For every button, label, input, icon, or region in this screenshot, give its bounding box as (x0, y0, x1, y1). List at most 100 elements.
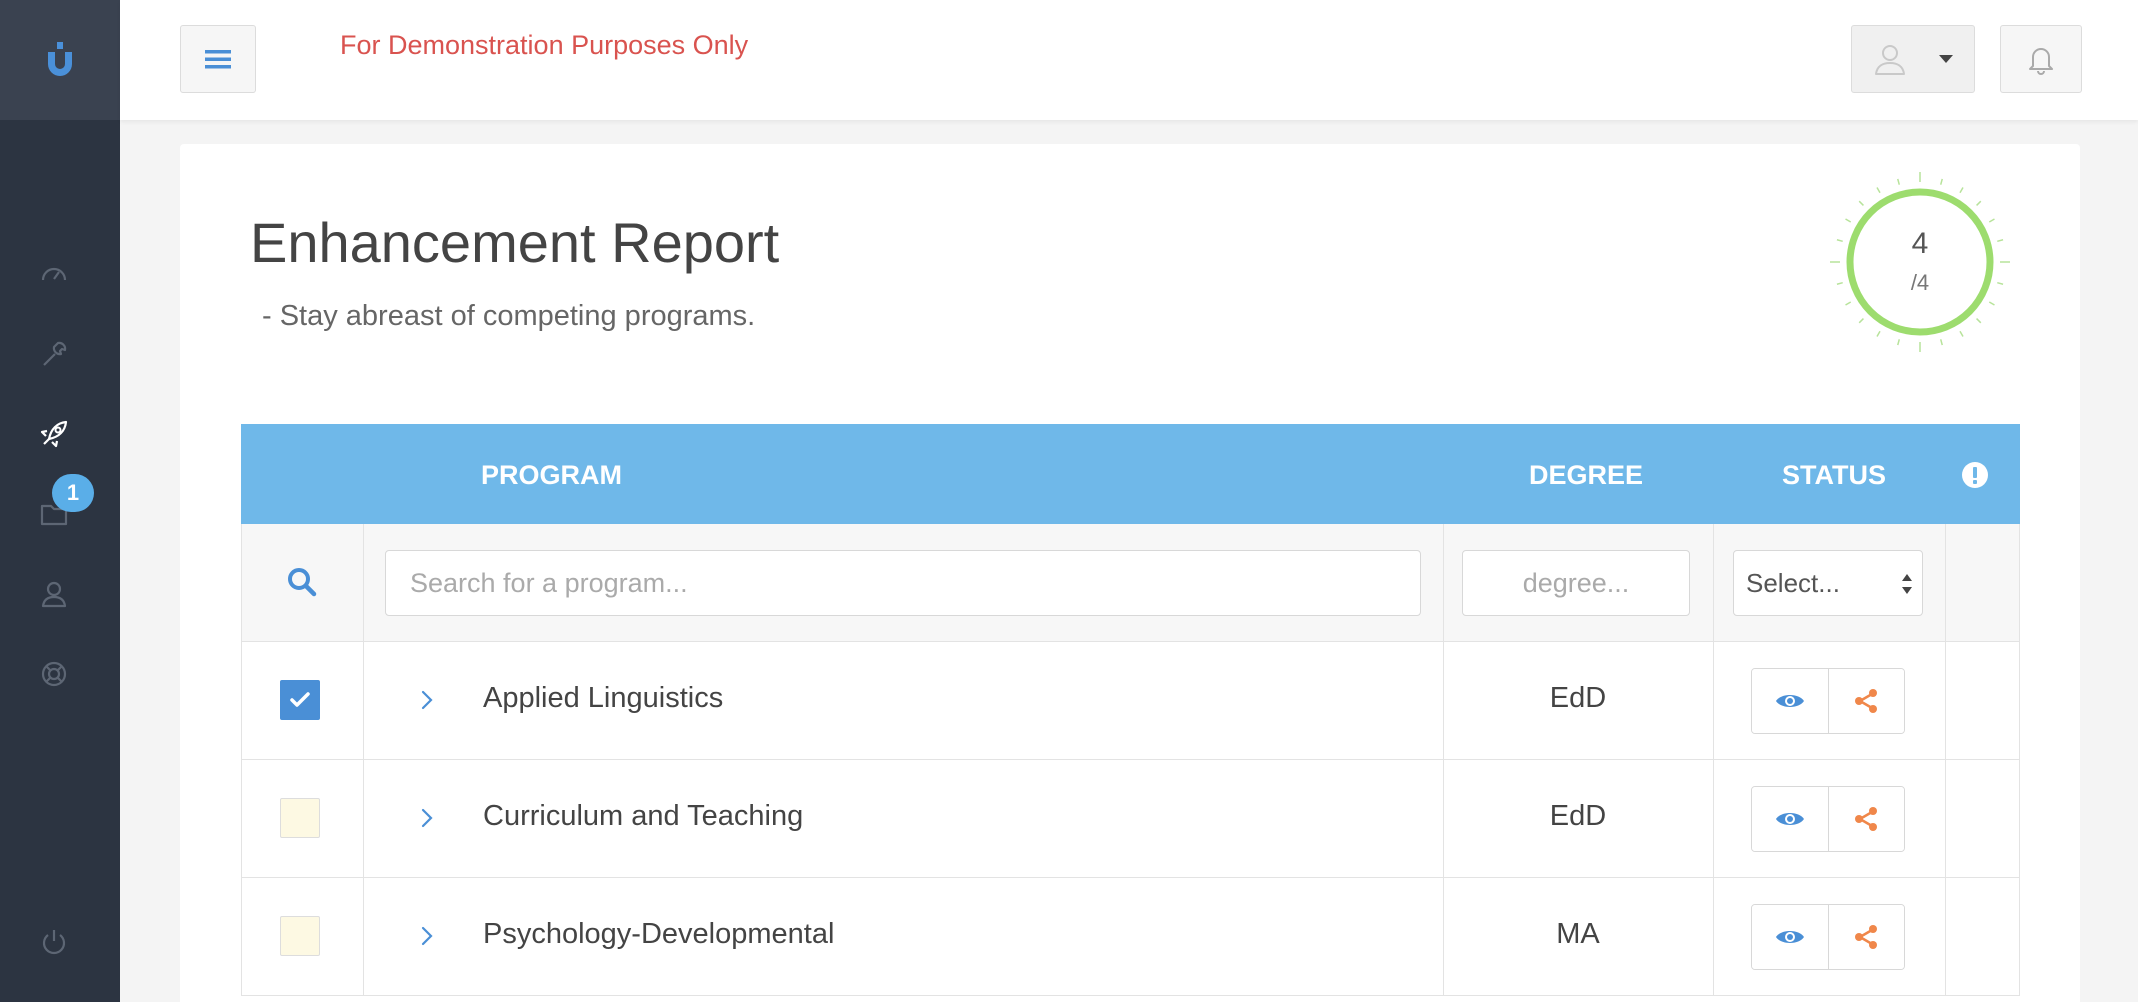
view-button[interactable] (1752, 905, 1828, 969)
chevron-right-icon (421, 808, 433, 828)
expand-row-button[interactable] (412, 680, 442, 720)
divider (1713, 760, 1714, 877)
share-button[interactable] (1827, 787, 1904, 851)
row-checkbox[interactable] (280, 798, 320, 838)
divider (1945, 878, 1946, 995)
report-card: Enhancement Report - Stay abreast of com… (180, 144, 2080, 1002)
degree-filter-input[interactable] (1462, 550, 1690, 616)
gauge-tick (1897, 339, 1901, 346)
table-row: Curriculum and Teaching EdD (241, 760, 2020, 878)
dashboard-icon (41, 267, 67, 281)
filter-row: Select... (241, 524, 2020, 642)
notification-badge: 1 (52, 474, 94, 512)
expand-row-button[interactable] (412, 916, 442, 956)
eye-icon (1775, 695, 1804, 707)
gauge-total: /4 (1910, 270, 1930, 295)
gauge-tick (1939, 178, 1943, 185)
sidebar: 1 (0, 0, 120, 1002)
program-search-input[interactable] (385, 550, 1421, 616)
gauge-ring-icon (1830, 172, 2010, 352)
topbar: For Demonstration Purposes Only (120, 0, 2138, 120)
nav-tools[interactable] (34, 334, 74, 374)
nav-support[interactable] (34, 654, 74, 694)
select-arrows-icon (1902, 574, 1912, 594)
gauge-tick (1876, 330, 1881, 337)
view-button[interactable] (1752, 669, 1828, 733)
notifications-button[interactable] (2000, 25, 2082, 93)
gauge-tick (1976, 318, 1982, 324)
caret-down-icon (1939, 55, 1953, 63)
divider (1443, 524, 1444, 641)
share-button[interactable] (1827, 905, 1904, 969)
expand-row-button[interactable] (412, 798, 442, 838)
gauge-tick (1988, 218, 1995, 223)
gauge-tick (1988, 301, 1995, 306)
eye-icon (1775, 813, 1804, 825)
divider (363, 760, 364, 877)
app-logo[interactable] (0, 0, 120, 120)
view-button[interactable] (1752, 787, 1828, 851)
page-title: Enhancement Report (250, 211, 780, 274)
row-checkbox[interactable] (280, 680, 320, 720)
chevron-right-icon (421, 926, 433, 946)
program-name: Curriculum and Teaching (483, 800, 804, 832)
gauge-tick (1959, 187, 1964, 194)
page-subtitle: - Stay abreast of competing programs. (262, 300, 756, 332)
lifebuoy-icon (41, 661, 67, 687)
user-icon (41, 581, 67, 608)
share-button[interactable] (1827, 669, 1904, 733)
table-row: Applied Linguistics EdD (241, 642, 2020, 760)
divider (1945, 524, 1946, 641)
divider (1945, 642, 1946, 759)
table-row: Psychology-Developmental MA (241, 878, 2020, 996)
logo-icon (48, 42, 72, 76)
divider (1945, 760, 1946, 877)
menu-toggle-button[interactable] (180, 25, 256, 93)
program-degree: EdD (1549, 682, 1607, 714)
wrench-icon (43, 341, 67, 366)
user-avatar-icon (1875, 45, 1905, 75)
header-program[interactable]: PROGRAM (481, 460, 622, 491)
gauge-tick (1959, 330, 1964, 337)
share-icon (1855, 807, 1878, 831)
nav-logout[interactable] (34, 922, 74, 962)
gauge-tick (1897, 178, 1901, 185)
chevron-right-icon (421, 690, 433, 710)
gauge-tick (1939, 339, 1943, 346)
gauge-tick (1858, 318, 1864, 324)
user-menu-button[interactable] (1851, 25, 1975, 93)
search-icon[interactable] (286, 566, 318, 603)
header-status[interactable]: STATUS (1782, 460, 1886, 491)
share-icon (1855, 925, 1878, 949)
programs-table: PROGRAM DEGREE STATUS Search for a progr… (241, 424, 2020, 996)
row-actions (1751, 668, 1905, 734)
divider (1713, 642, 1714, 759)
divider (363, 642, 364, 759)
share-icon (1855, 689, 1878, 713)
row-checkbox[interactable] (280, 916, 320, 956)
divider (363, 524, 364, 641)
info-icon[interactable] (1961, 461, 1989, 496)
divider (1713, 524, 1714, 641)
divider (1713, 878, 1714, 995)
bell-icon (2029, 48, 2053, 75)
program-name: Psychology-Developmental (483, 918, 835, 950)
nav-profile[interactable] (34, 574, 74, 614)
table-header: PROGRAM DEGREE STATUS (241, 424, 2020, 524)
status-select-value: Select... (1746, 567, 1840, 598)
progress-gauge: 4 /4 (1830, 172, 2010, 352)
checkmark-icon (290, 692, 310, 707)
gauge-tick (1858, 200, 1864, 206)
nav-launch[interactable] (34, 414, 74, 454)
program-name: Applied Linguistics (483, 682, 724, 714)
hamburger-icon (205, 50, 231, 69)
row-actions (1751, 904, 1905, 970)
nav-dashboard[interactable] (34, 254, 74, 294)
gauge-tick (1876, 187, 1881, 194)
status-select[interactable]: Select... (1733, 550, 1923, 616)
power-icon (42, 930, 66, 955)
program-degree: MA (1556, 918, 1600, 950)
program-degree: EdD (1549, 800, 1607, 832)
header-degree[interactable]: DEGREE (1529, 460, 1643, 491)
demo-notice: For Demonstration Purposes Only (340, 30, 749, 60)
